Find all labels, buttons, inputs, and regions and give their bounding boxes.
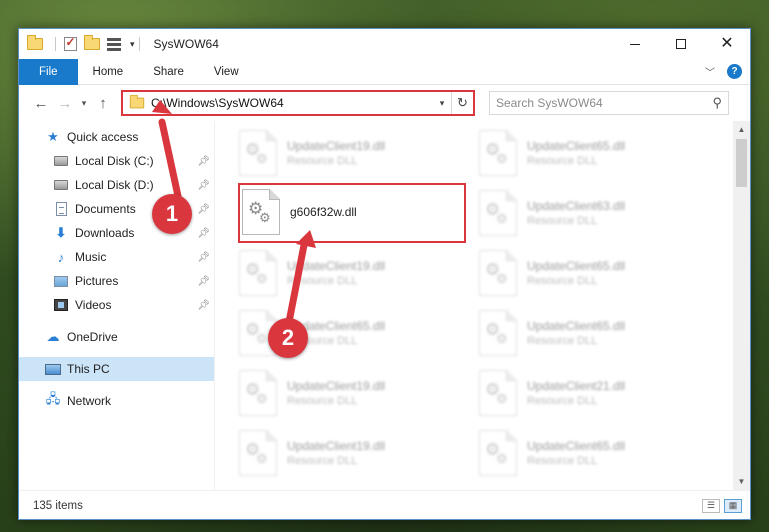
arrow-2 [285, 236, 309, 326]
arrow-2-head [296, 230, 316, 248]
step-1-badge: 1 [152, 194, 192, 234]
arrow-1 [158, 118, 182, 200]
annotation-arrows [152, 100, 316, 326]
arrow-1-head [152, 100, 172, 114]
step-2-badge: 2 [268, 318, 308, 358]
